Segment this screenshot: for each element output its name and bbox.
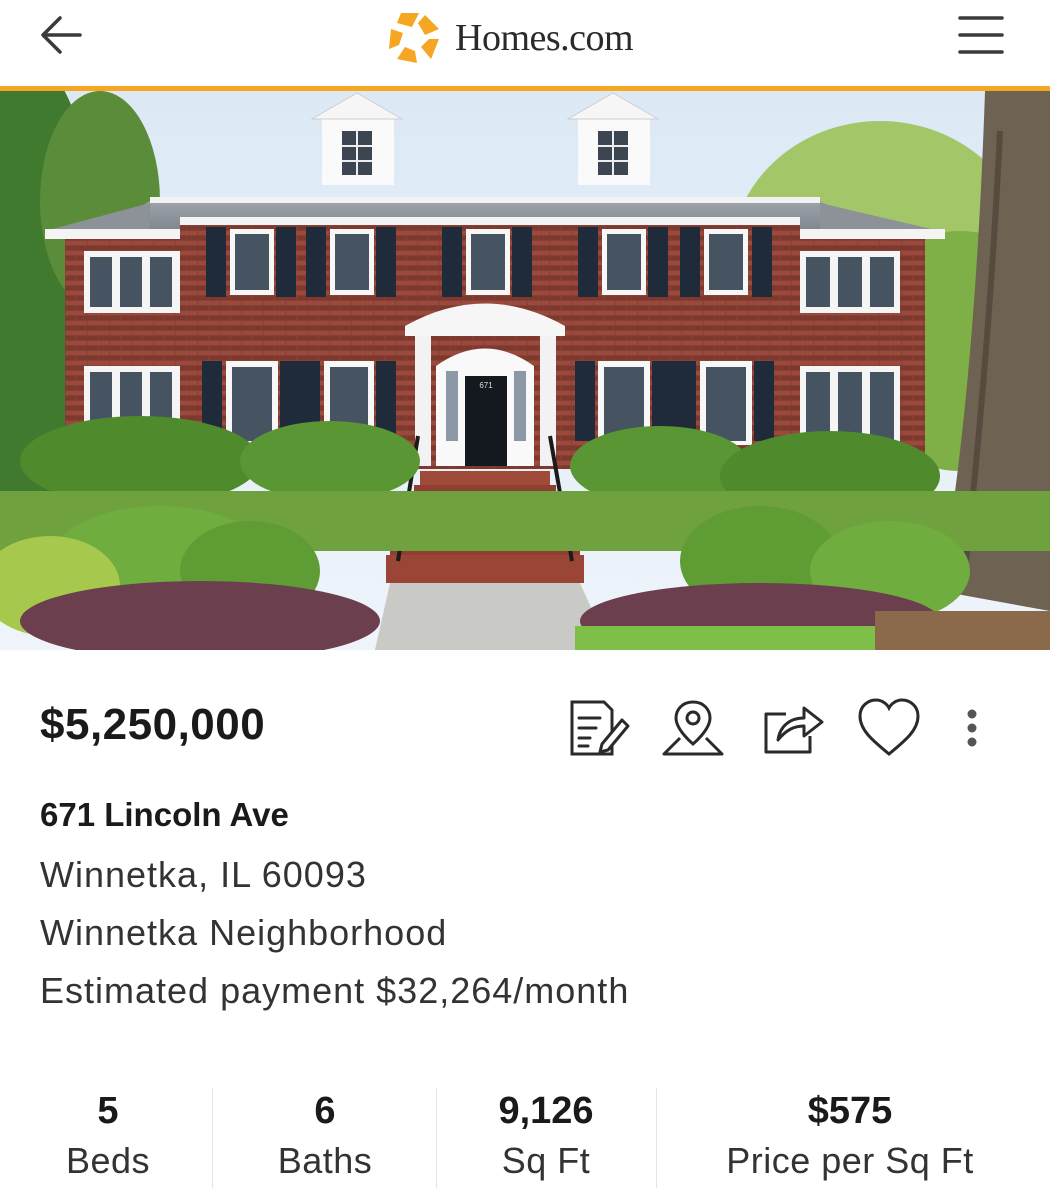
arrow-left-icon <box>41 16 82 54</box>
map-pin-icon <box>662 700 724 756</box>
stat-value: 6 <box>314 1090 336 1132</box>
city-state-zip: Winnetka, IL 60093 <box>40 854 367 895</box>
heart-icon <box>858 698 920 756</box>
share-icon <box>764 706 824 754</box>
menu-button[interactable] <box>952 10 1010 60</box>
notes-icon <box>570 700 630 756</box>
brand-logo[interactable]: Homes.com <box>385 8 634 68</box>
stat-divider <box>212 1088 213 1188</box>
share-button[interactable] <box>758 696 828 760</box>
homes-logo-icon <box>389 13 439 63</box>
house-photo: 671 <box>0 91 1050 650</box>
svg-text:671: 671 <box>479 381 493 390</box>
estimated-payment[interactable]: Estimated payment $32,264/month <box>40 970 629 1012</box>
stat-label: Beds <box>65 1140 151 1181</box>
stat-label: Price per Sq Ft <box>726 1140 974 1181</box>
more-button[interactable] <box>940 696 1000 760</box>
stat-divider <box>656 1088 657 1188</box>
app-header: Homes.com <box>0 0 1050 88</box>
listing-price: $5,250,000 <box>40 700 266 749</box>
listing-photo[interactable]: 671 <box>0 91 1050 650</box>
back-button[interactable] <box>32 10 92 60</box>
more-vertical-icon <box>967 709 977 747</box>
stat-price-per-sqft: $575 Price per Sq Ft <box>690 1085 1010 1185</box>
brand-name: Homes.com <box>455 17 634 59</box>
stat-label: Baths <box>277 1140 373 1181</box>
notes-button[interactable] <box>562 696 632 760</box>
stat-baths: 6 Baths <box>240 1085 410 1185</box>
map-button[interactable] <box>658 696 728 760</box>
stat-label: Sq Ft <box>501 1140 591 1181</box>
street-address: 671 Lincoln Ave <box>40 796 289 833</box>
stat-value: 5 <box>97 1090 119 1132</box>
hamburger-icon <box>958 16 1004 54</box>
favorite-button[interactable] <box>854 696 924 760</box>
stat-value: $575 <box>807 1090 893 1132</box>
stat-beds: 5 Beds <box>28 1085 188 1185</box>
stat-value: 9,126 <box>498 1090 594 1132</box>
neighborhood-link[interactable]: Winnetka Neighborhood <box>40 912 447 954</box>
stat-divider <box>436 1088 437 1188</box>
stat-sqft: 9,126 Sq Ft <box>456 1085 636 1185</box>
